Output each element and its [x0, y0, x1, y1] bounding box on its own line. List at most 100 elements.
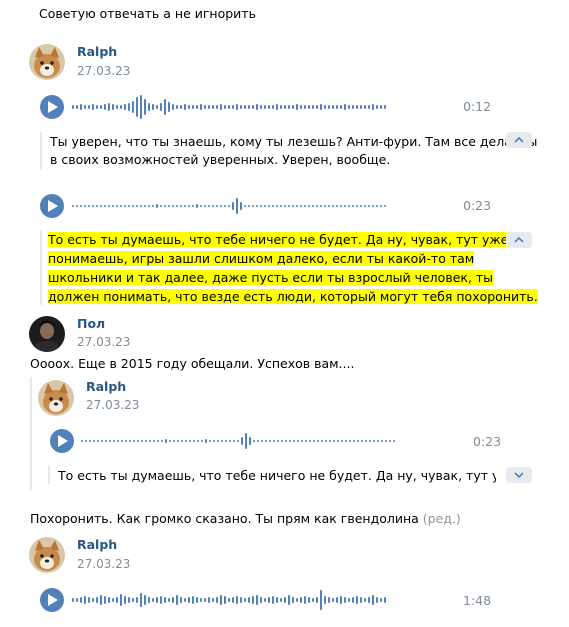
waveform-bar: [252, 205, 254, 207]
waveform-bar: [101, 440, 103, 442]
chevron-up-icon: [514, 137, 524, 143]
voice-duration: 1:48: [463, 593, 492, 608]
play-button[interactable]: [40, 194, 64, 218]
voice-waveform[interactable]: [81, 428, 399, 454]
waveform-bar: [369, 440, 371, 442]
waveform-bar: [368, 105, 370, 109]
waveform-bar: [360, 597, 362, 603]
waveform-bar: [356, 105, 358, 109]
waveform-bar: [208, 205, 210, 207]
avatar[interactable]: [29, 316, 65, 352]
avatar[interactable]: [29, 537, 65, 573]
waveform-bar: [272, 596, 274, 604]
author-name[interactable]: Пол: [77, 316, 105, 331]
waveform-bar: [89, 440, 91, 442]
waveform-bar: [196, 597, 198, 603]
avatar[interactable]: [38, 380, 74, 416]
waveform-bar: [216, 597, 218, 603]
waveform-bar: [261, 440, 263, 442]
waveform-bar: [228, 105, 230, 109]
transcript-line: понимаешь, игры зашли слишком далеко, ес…: [48, 251, 475, 266]
waveform-bar: [197, 440, 199, 442]
waveform-bar: [393, 440, 395, 442]
waveform-bar: [268, 205, 270, 207]
waveform-bar: [356, 596, 358, 604]
play-button[interactable]: [40, 588, 64, 612]
waveform-bar: [72, 105, 74, 109]
waveform-bar: [284, 597, 286, 603]
waveform-bar: [80, 205, 82, 207]
waveform-bar: [152, 598, 154, 602]
waveform-bar: [80, 597, 82, 603]
waveform-bar: [188, 105, 190, 109]
post-date[interactable]: 27.03.23: [86, 398, 139, 412]
waveform-bar: [256, 205, 258, 207]
waveform-bar: [92, 598, 94, 602]
expand-button[interactable]: [506, 467, 532, 483]
waveform-bar: [288, 105, 290, 109]
transcript-line: в своих возможностей уверенных. Уверен, …: [50, 152, 391, 167]
waveform-bar: [325, 440, 327, 442]
waveform-bar: [137, 440, 139, 442]
voice-duration: 0:12: [463, 99, 492, 114]
waveform-bar: [264, 598, 266, 602]
collapse-button[interactable]: [506, 232, 532, 248]
waveform-bar: [217, 440, 219, 442]
waveform-bar: [140, 95, 142, 119]
waveform-bar: [72, 598, 74, 602]
waveform-bar: [176, 595, 178, 605]
waveform-bar: [300, 597, 302, 603]
waveform-bar: [109, 440, 111, 442]
post-date[interactable]: 27.03.23: [77, 557, 130, 571]
waveform-bar: [164, 597, 166, 603]
waveform-bar: [240, 202, 242, 210]
waveform-bar: [289, 440, 291, 442]
author-name[interactable]: Ralph: [77, 44, 117, 59]
waveform-bar: [140, 205, 142, 207]
waveform-bar: [344, 104, 346, 110]
waveform-bar: [148, 597, 150, 603]
waveform-bar: [160, 103, 162, 111]
waveform-bar: [364, 598, 366, 602]
transcript-bar: [40, 132, 42, 170]
waveform-bar: [244, 105, 246, 109]
waveform-bar: [97, 440, 99, 442]
avatar[interactable]: [29, 44, 65, 80]
waveform-bar: [104, 596, 106, 604]
play-button[interactable]: [40, 95, 64, 119]
waveform-bar: [161, 440, 163, 442]
waveform-bar: [353, 440, 355, 442]
waveform-bar: [212, 205, 214, 207]
waveform-bar: [93, 440, 95, 442]
waveform-bar: [81, 440, 83, 442]
author-name[interactable]: Ralph: [86, 379, 126, 394]
waveform-bar: [220, 104, 222, 110]
waveform-bar: [256, 104, 258, 110]
voice-waveform[interactable]: [72, 94, 390, 120]
collapse-button[interactable]: [506, 132, 532, 148]
waveform-bar: [328, 105, 330, 109]
edited-label[interactable]: (ред.): [423, 511, 461, 526]
waveform-bar: [84, 596, 86, 604]
waveform-bar: [192, 105, 194, 109]
play-button[interactable]: [50, 429, 74, 453]
waveform-bar: [240, 597, 242, 603]
waveform-bar: [156, 105, 158, 109]
waveform-bar: [280, 105, 282, 109]
waveform-bar: [105, 440, 107, 442]
post-date[interactable]: 27.03.23: [77, 335, 130, 349]
waveform-bar: [200, 205, 202, 207]
voice-waveform[interactable]: [72, 587, 390, 613]
waveform-bar: [100, 595, 102, 605]
waveform-bar: [280, 598, 282, 602]
waveform-bar: [348, 105, 350, 109]
waveform-bar: [233, 440, 235, 442]
transcript-line: должен понимать, что везде есть люди, ко…: [48, 289, 538, 304]
voice-waveform[interactable]: [72, 193, 390, 219]
waveform-bar: [84, 105, 86, 109]
post-date[interactable]: 27.03.23: [77, 64, 130, 78]
waveform-bar: [76, 105, 78, 109]
transcript-bar: [48, 466, 50, 484]
author-name[interactable]: Ralph: [77, 537, 117, 552]
waveform-bar: [264, 105, 266, 109]
